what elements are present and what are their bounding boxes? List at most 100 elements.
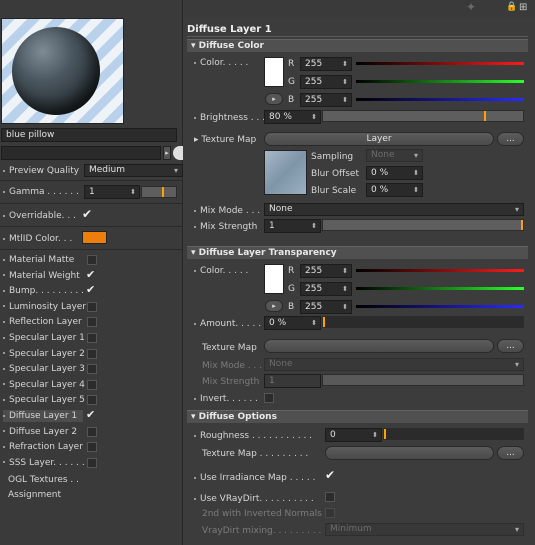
channel-checkbox[interactable] <box>87 348 97 359</box>
slider-thumb[interactable] <box>323 317 325 327</box>
channel-item[interactable]: Refraction Layer <box>3 441 83 453</box>
diffuse-options-header[interactable]: ▾ Diffuse Options <box>187 410 528 423</box>
channel-item[interactable]: Luminosity Layer <box>3 301 86 313</box>
channel-item[interactable]: Diffuse Layer 1 <box>3 410 83 422</box>
ogl-textures-label[interactable]: OGL Textures . . <box>8 474 79 486</box>
vraydirt-checkbox[interactable] <box>325 492 335 502</box>
blur-offset-field[interactable]: 0 % ⬍ <box>366 166 423 180</box>
t-r-gradient-slider[interactable] <box>356 269 524 272</box>
t-g-gradient-slider[interactable] <box>356 287 524 290</box>
t-mix-strength-field[interactable]: 1 <box>264 374 321 388</box>
channel-item[interactable]: Specular Layer 4 <box>3 379 85 391</box>
spinner-icon[interactable]: ⬍ <box>311 220 317 232</box>
roughness-slider[interactable] <box>383 428 524 440</box>
channel-item[interactable]: Diffuse Layer 2 <box>3 426 77 438</box>
transparency-header[interactable]: ▾ Diffuse Layer Transparency <box>187 246 528 259</box>
channel-item[interactable]: Reflection Layer <box>3 316 82 328</box>
channel-checkbox[interactable] <box>87 395 97 406</box>
r-field[interactable]: 255 ⬍ <box>300 57 352 71</box>
diffuse-color-swatch[interactable] <box>264 57 284 87</box>
channel-item[interactable]: Specular Layer 5 <box>3 394 85 406</box>
amount-slider[interactable] <box>322 316 524 328</box>
amount-field[interactable]: 0 % ⬍ <box>264 316 321 330</box>
inverted-normals-checkbox[interactable] <box>325 508 335 518</box>
layer-button[interactable]: Layer <box>264 132 494 146</box>
color-picker-icon[interactable]: ▸ <box>265 93 283 105</box>
diffuse-color-header[interactable]: ▾ Diffuse Color <box>187 39 528 52</box>
channel-item[interactable]: SSS Layer. . . . . . <box>3 457 85 469</box>
t-b-gradient-slider[interactable] <box>356 305 524 308</box>
spinner-icon[interactable]: ⬍ <box>342 58 348 70</box>
mix-strength-field[interactable]: 1 ⬍ <box>264 219 321 233</box>
assignment-label[interactable]: Assignment <box>8 489 61 501</box>
o-texture-more-button[interactable]: ... <box>497 446 524 460</box>
channel-checkbox[interactable] <box>87 379 97 390</box>
channel-checkbox[interactable] <box>87 301 97 312</box>
t-b-field[interactable]: 255 ⬍ <box>300 300 352 314</box>
t-texture-map-button[interactable] <box>264 339 494 353</box>
t-g-field[interactable]: 255 ⬍ <box>300 282 352 296</box>
overridable-checkmark-icon[interactable]: ✔ <box>82 207 92 221</box>
texture-more-button[interactable]: ... <box>497 132 524 146</box>
slider-thumb[interactable] <box>384 429 386 439</box>
b-gradient-slider[interactable] <box>356 98 524 101</box>
channel-checkbox[interactable] <box>87 364 97 375</box>
t-r-field[interactable]: 255 ⬍ <box>300 264 352 278</box>
spinner-icon[interactable]: ⬍ <box>413 167 419 179</box>
channel-item[interactable]: Bump. . . . . . . . . <box>3 285 84 297</box>
slider-thumb[interactable] <box>162 187 164 197</box>
g-gradient-slider[interactable] <box>356 80 524 83</box>
invert-checkbox[interactable] <box>264 393 274 403</box>
channel-checkmark-icon[interactable]: ✔ <box>86 408 95 421</box>
spinner-icon[interactable]: ⬍ <box>311 317 317 329</box>
material-preview[interactable] <box>1 18 124 124</box>
channel-checkbox[interactable] <box>87 333 97 343</box>
r-gradient-slider[interactable] <box>356 62 524 65</box>
channel-checkbox[interactable] <box>87 255 97 265</box>
expand-arrow-icon[interactable]: ▸ <box>163 146 171 160</box>
spinner-icon[interactable]: ⬍ <box>372 429 378 441</box>
spinner-icon[interactable]: ⬍ <box>342 76 348 88</box>
sampling-dropdown[interactable]: None ▾ <box>366 149 423 162</box>
channel-checkmark-icon[interactable]: ✔ <box>86 268 95 281</box>
mtlid-color-swatch[interactable] <box>82 231 107 244</box>
spinner-icon[interactable]: ⬍ <box>130 186 136 198</box>
b-field[interactable]: 255 ⬍ <box>300 93 352 107</box>
mix-strength-slider[interactable] <box>322 219 524 231</box>
g-field[interactable]: 255 ⬍ <box>300 75 352 89</box>
clock-icon[interactable] <box>173 146 183 160</box>
spinner-icon[interactable]: ⬍ <box>342 301 348 313</box>
irradiance-checkmark-icon[interactable]: ✔ <box>325 468 335 482</box>
channel-item[interactable]: Material Matte <box>3 254 74 266</box>
mix-mode-dropdown[interactable]: None ▾ <box>264 203 524 216</box>
channel-item[interactable]: Specular Layer 2 <box>3 348 85 360</box>
color-picker-icon[interactable]: ▸ <box>265 300 283 312</box>
spinner-icon[interactable]: ⬍ <box>413 184 419 196</box>
texture-thumbnail[interactable] <box>264 150 307 195</box>
channel-item[interactable]: Specular Layer 3 <box>3 363 85 375</box>
spinner-icon[interactable]: ⬍ <box>342 265 348 277</box>
brightness-field[interactable]: 80 % ⬍ <box>264 110 321 124</box>
channel-item[interactable]: Specular Layer 1 <box>3 332 85 344</box>
channel-checkbox[interactable] <box>87 317 97 328</box>
t-texture-more-button[interactable]: ... <box>497 339 524 353</box>
channel-checkbox[interactable] <box>87 442 97 453</box>
preview-quality-dropdown[interactable]: Medium ▾ <box>84 164 183 177</box>
brightness-slider[interactable] <box>322 110 524 122</box>
new-window-icon[interactable]: ⊞ <box>519 2 531 14</box>
gamma-slider[interactable] <box>141 186 177 198</box>
material-name-field[interactable]: blue pillow <box>1 128 177 142</box>
slider-thumb[interactable] <box>484 111 486 121</box>
gamma-field[interactable]: 1 ⬍ <box>84 185 140 199</box>
channel-checkbox[interactable] <box>87 426 97 437</box>
material-search-field[interactable] <box>1 146 161 160</box>
spinner-icon[interactable]: ⬍ <box>311 111 317 123</box>
vraydirt-mixing-dropdown[interactable]: Minimum ▾ <box>325 523 524 536</box>
t-mix-strength-slider[interactable] <box>322 374 524 386</box>
lock-icon[interactable]: 🔒 <box>506 2 517 14</box>
channel-checkbox[interactable] <box>87 457 97 468</box>
spinner-icon[interactable]: ⬍ <box>342 283 348 295</box>
slider-thumb[interactable] <box>521 220 523 230</box>
t-mix-mode-dropdown[interactable]: None ▾ <box>264 358 524 371</box>
channel-checkmark-icon[interactable]: ✔ <box>86 283 95 296</box>
